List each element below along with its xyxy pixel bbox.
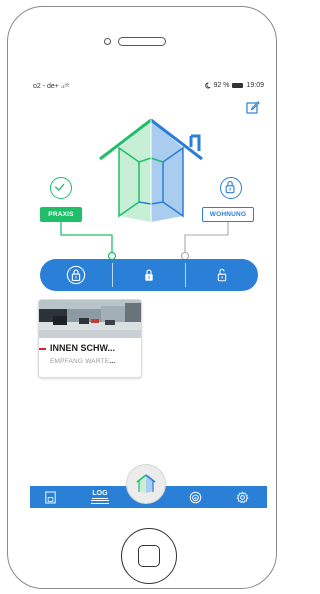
zone-praxis-button[interactable]: PRAXIS: [40, 207, 82, 222]
nav-settings[interactable]: [222, 486, 262, 508]
check-icon: [54, 183, 65, 192]
document-icon: [44, 491, 56, 503]
nav-camera[interactable]: [175, 486, 215, 508]
earpiece-speaker: [118, 37, 166, 46]
carrier-label: o2 - de+: [33, 82, 69, 90]
nav-documents[interactable]: [30, 486, 70, 508]
home-button-square-icon: [138, 545, 160, 567]
lock-button[interactable]: [112, 259, 185, 291]
lock-closed-icon: [144, 269, 153, 281]
nav-log[interactable]: LOG: [80, 486, 120, 508]
lock-open-icon: [217, 268, 226, 282]
battery-icon: [232, 83, 244, 88]
signal-icon: [61, 83, 69, 88]
zone-wohnung-button[interactable]: WOHNUNG: [202, 207, 254, 222]
camera-status-indicator: [39, 348, 46, 350]
carrier-text: o2 - de+: [33, 83, 59, 90]
lock-all-button[interactable]: [40, 259, 112, 291]
app-screen: o2 - de+ 92 % 19:09 PRAXIS WOHNUNG INNEN…: [30, 80, 267, 508]
house-icon: [99, 118, 203, 222]
camera-snapshot: [39, 300, 141, 338]
moon-icon: [204, 82, 210, 89]
battery-percent: 92 %: [213, 82, 230, 89]
camera-card[interactable]: INNEN SCHW... EMPFANG WARTE...: [38, 299, 142, 378]
front-camera: [104, 38, 111, 45]
praxis-status-icon: [50, 177, 72, 199]
lock-control-bar: [40, 259, 258, 291]
log-label: LOG: [92, 490, 108, 499]
status-bar: o2 - de+ 92 % 19:09: [30, 80, 267, 92]
status-right: 92 % 19:09: [204, 82, 264, 89]
camera-subtitle: EMPFANG WARTE...: [50, 358, 115, 365]
home-icon: [136, 474, 156, 493]
camera-icon: [189, 491, 201, 503]
clock: 19:09: [246, 82, 264, 89]
lock-closed-icon: [225, 180, 235, 194]
wohnung-status-icon: [220, 177, 242, 199]
gear-icon: [236, 490, 248, 503]
camera-subtitle-ellipsis: ...: [109, 358, 116, 365]
camera-subtitle-text: EMPFANG WARTE: [50, 358, 110, 365]
camera-title: INNEN SCHW...: [50, 343, 116, 353]
zone-praxis-label: PRAXIS: [48, 211, 74, 218]
zone-wohnung-label: WOHNUNG: [209, 211, 247, 218]
home-tab-button[interactable]: [126, 464, 166, 504]
edit-icon[interactable]: [246, 100, 260, 114]
log-icon: [91, 500, 109, 504]
lock-closed-icon: [66, 265, 86, 285]
unlock-button[interactable]: [185, 259, 258, 291]
